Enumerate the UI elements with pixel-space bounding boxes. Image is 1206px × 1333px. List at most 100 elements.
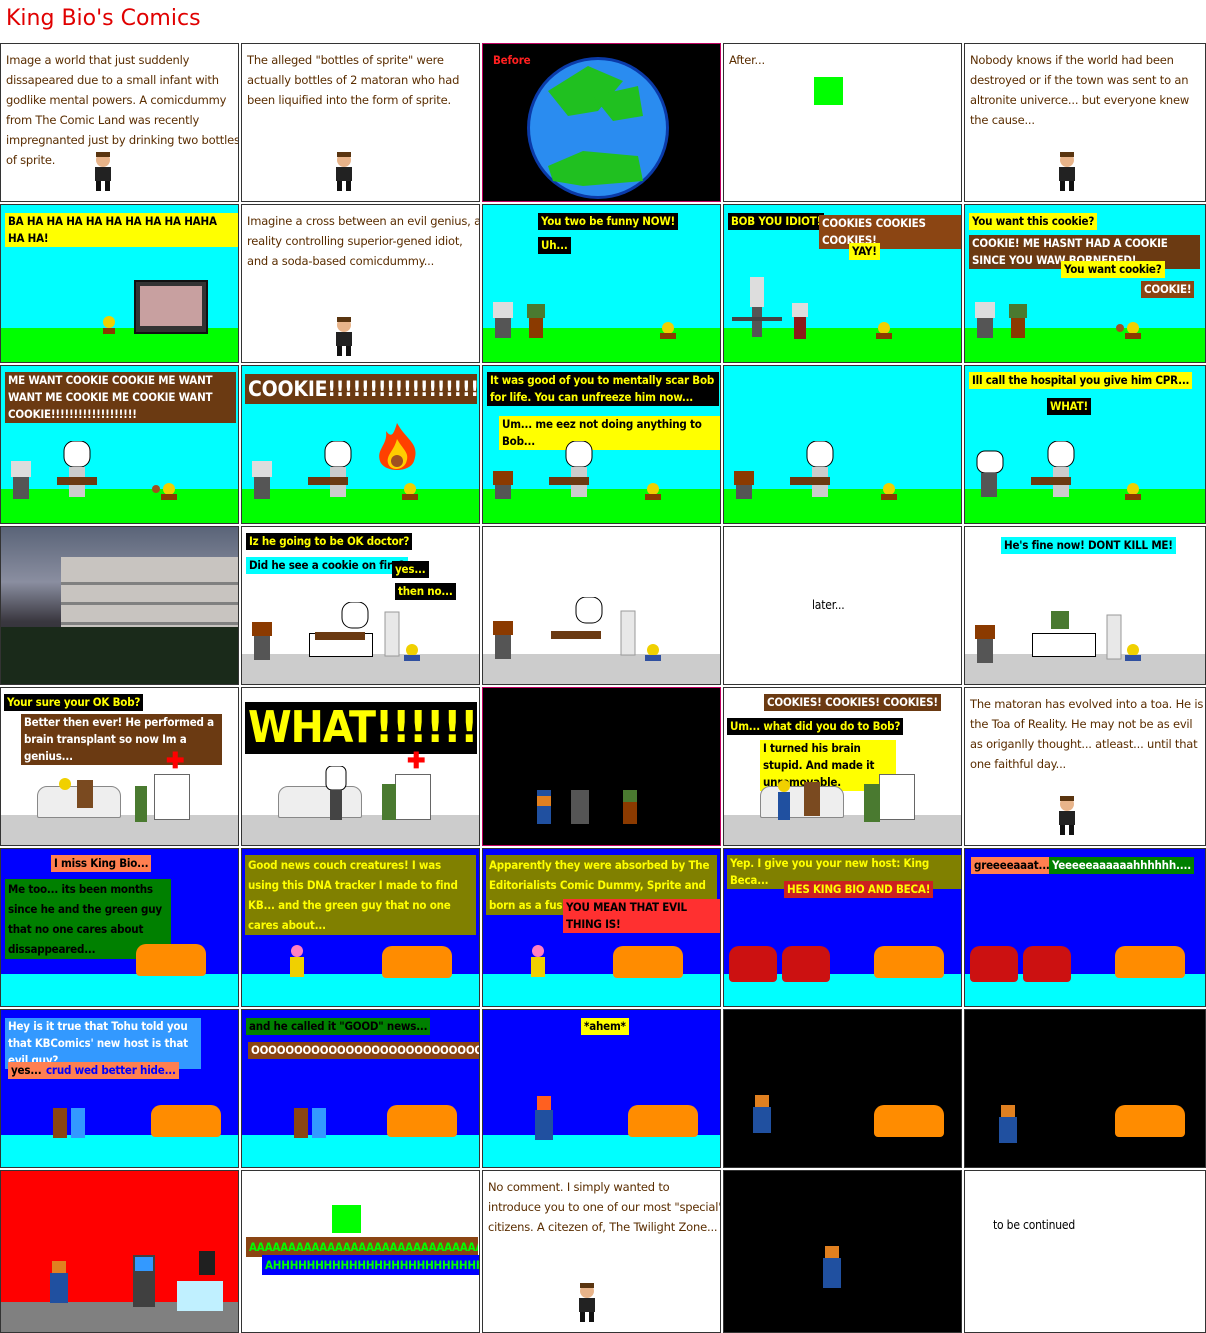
comicdummy-figure <box>95 152 111 191</box>
panel-1: Image a world that just suddenly dissape… <box>0 43 239 202</box>
orange-couch <box>387 1105 457 1137</box>
panel-28: Apparently they were absorbed by The Edi… <box>482 848 721 1007</box>
panel-26: I miss King Bio... Me too... its been mo… <box>0 848 239 1007</box>
speech-bubble: It was good of you to mentally scar Bob … <box>487 372 719 406</box>
matoran-figures <box>493 302 545 338</box>
speech-bubble: Iz he going to be OK doctor? <box>246 533 413 550</box>
speech-bubble: then no... <box>395 583 456 600</box>
panel-8: You two be funny NOW! Uh... <box>482 204 721 363</box>
tv-set <box>134 280 208 334</box>
comicdummy-figure <box>1059 796 1075 835</box>
matoran-figures <box>732 277 808 339</box>
matoran-figures <box>734 441 834 499</box>
speech-bubble: BOB YOU IDIOT! <box>728 213 825 230</box>
floor <box>242 1135 479 1167</box>
panel-24: COOKIES! COOKIES! COOKIES! Um... what di… <box>723 687 962 846</box>
orange-couch <box>1115 946 1185 978</box>
toa-figure <box>50 1261 68 1303</box>
comic-grid: Image a world that just suddenly dissape… <box>0 43 1206 1333</box>
narration: Imagine a cross between an evil genius, … <box>247 214 480 268</box>
speech-bubble: Uh... <box>538 237 571 254</box>
speech-bubble: Yeeeeeaaaaaahhhhhh.... <box>1049 857 1194 874</box>
comicdummy-figure <box>579 1283 595 1322</box>
speech-bubble: Ill call the hospital you give him CPR..… <box>969 372 1193 389</box>
speech-bubble: COOKIES! COOKIES! COOKIES! <box>764 694 941 711</box>
caption-after: After... <box>729 53 765 67</box>
green-square <box>332 1205 361 1233</box>
panel-17: Iz he going to be OK doctor? Did he see … <box>241 526 480 685</box>
panel-5: Nobody knows if the world had been destr… <box>964 43 1206 202</box>
orange-couch <box>874 1105 944 1137</box>
panel-38: No comment. I simply wanted to introduce… <box>482 1170 721 1333</box>
panel-20: He's fine now! DONT KILL ME! <box>964 526 1206 685</box>
floor <box>1 974 238 1006</box>
speech-bubble: greeeeaaat... <box>971 857 1053 874</box>
speech-bubble: WHAT! <box>1047 398 1091 415</box>
caption-later: later... <box>812 598 845 612</box>
scream-bubble: AAAAAAAAAAAAAAAAAAAAAAAAAAAAAAAAAAAAA <box>246 1237 478 1257</box>
panel-22: WHAT!!!!!!!!!!! ✚ <box>241 687 480 846</box>
floor <box>483 1135 720 1167</box>
panel-33: *ahem* <box>482 1009 721 1168</box>
speech-bubble: YAY! <box>849 243 880 260</box>
narration: The matoran has evolved into a toa. He i… <box>970 697 1204 771</box>
matoran-figures <box>53 1108 85 1138</box>
red-cross-icon: ✚ <box>407 748 426 773</box>
red-couch <box>970 946 1018 982</box>
panel-29: Yep. I give you your new host: King Beca… <box>723 848 962 1007</box>
baby-figure <box>645 483 661 500</box>
speech-bubble: You want cookie? <box>1061 261 1165 278</box>
panel-10: You want this cookie? COOKIE! ME HASNT H… <box>964 204 1206 363</box>
matoran-figure <box>531 945 545 977</box>
baby-figure <box>1125 483 1141 500</box>
narration: Image a world that just suddenly dissape… <box>6 53 239 167</box>
orange-couch <box>136 944 206 976</box>
panel-40: to be continued <box>964 1170 1206 1333</box>
orange-couch <box>1115 1105 1185 1137</box>
caption-to-be-continued: to be continued <box>993 1218 1075 1232</box>
globe-illustration <box>527 57 669 199</box>
toa-figure <box>753 1095 771 1133</box>
baby-figure <box>103 316 115 334</box>
matoran-figures <box>252 441 352 499</box>
baby-figure <box>152 483 177 500</box>
page-title: King Bio's Comics <box>6 6 201 31</box>
panel-19: later... <box>723 526 962 685</box>
panel-7: Imagine a cross between an evil genius, … <box>241 204 480 363</box>
speech-bubble: COOKIE!!!!!!!!!!!!!!!!!!!!!!!!!!!!!!!!! <box>245 374 477 404</box>
toa-figure <box>999 1105 1017 1143</box>
narration: The alleged "bottles of sprite" were act… <box>247 53 460 107</box>
panel-11: ME WANT COOKIE COOKIE ME WANT WANT ME CO… <box>0 365 239 524</box>
red-cross-icon: ✚ <box>166 748 185 773</box>
matoran-figures <box>975 302 1027 338</box>
speech-bubble: Did he see a cookie on fire? <box>246 557 408 574</box>
matoran-figure <box>535 1096 553 1140</box>
red-couch <box>1023 946 1071 982</box>
comicdummy-figure <box>1059 152 1075 191</box>
speech-bubble: BA HA HA HA HA HA HA HA HA HAHA HA HA! <box>5 213 238 247</box>
speech-bubble: Better then ever! He performed a brain t… <box>21 714 222 765</box>
green-square <box>814 77 843 105</box>
speech-bubble: COOKIES COOKIES COOKIES! <box>819 215 961 249</box>
speech-bubble: Um... what did you do to Bob? <box>727 718 904 735</box>
baby-figure <box>1116 322 1141 339</box>
panel-32: and he called it "GOOD" news... OOOOOOOO… <box>241 1009 480 1168</box>
matoran-figures <box>976 441 1075 497</box>
matoran-figures <box>493 441 593 499</box>
orange-couch <box>613 946 683 978</box>
speech-bubble: and he called it "GOOD" news... <box>246 1018 431 1035</box>
speech-bubble: He's fine now! DONT KILL ME! <box>1001 537 1176 554</box>
floor <box>242 974 479 1006</box>
speech-bubble: OOOOOOOOOOOOOOOOOOOOOOOOOOOOOKay <box>248 1042 479 1059</box>
door <box>154 774 190 820</box>
speech-bubble: ME WANT COOKIE COOKIE ME WANT WANT ME CO… <box>5 372 236 423</box>
matoran-figures <box>325 766 396 820</box>
panel-23 <box>482 687 721 846</box>
panel-12: COOKIE!!!!!!!!!!!!!!!!!!!!!!!!!!!!!!!!! <box>241 365 480 524</box>
baby-figure <box>881 483 897 500</box>
panel-3: Before <box>482 43 721 202</box>
matoran-figures <box>11 441 97 499</box>
baby-figure <box>404 644 420 661</box>
speech-bubble: Good news couch creatures! I was using t… <box>245 855 476 935</box>
panel-25: The matoran has evolved into a toa. He i… <box>964 687 1206 846</box>
